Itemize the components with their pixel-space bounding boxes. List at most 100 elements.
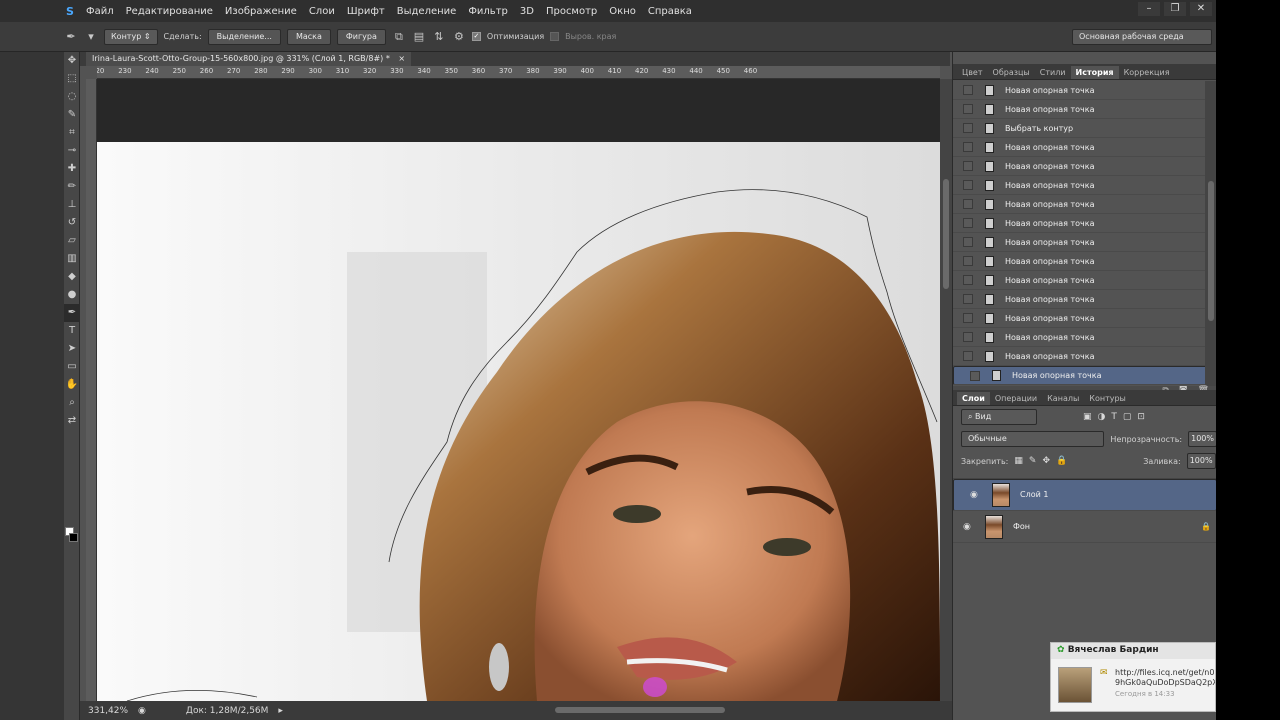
menu-filter[interactable]: Фильтр xyxy=(462,6,514,17)
history-item[interactable]: Новая опорная точка xyxy=(953,290,1216,309)
eyedropper-tool-icon[interactable]: ⊸ xyxy=(64,142,80,160)
path-alignment-icon[interactable]: ▤ xyxy=(412,30,426,44)
tab-actions[interactable]: Операции xyxy=(990,392,1042,405)
history-snapshot-checkbox[interactable] xyxy=(963,313,973,323)
tab-color[interactable]: Цвет xyxy=(957,66,988,79)
make-shape-button[interactable]: Фигура xyxy=(336,28,386,45)
history-snapshot-checkbox[interactable] xyxy=(963,142,973,152)
lock-transparency-icon[interactable]: ▦ xyxy=(1014,456,1023,466)
background-color-swatch[interactable] xyxy=(69,533,78,542)
restore-button[interactable]: ❐ xyxy=(1164,2,1186,16)
optimize-checkbox[interactable]: ✓ xyxy=(471,32,481,41)
filter-shape-icon[interactable]: ▢ xyxy=(1123,412,1132,422)
history-snapshot-checkbox[interactable] xyxy=(970,370,980,381)
menu-view[interactable]: Просмотр xyxy=(540,6,603,17)
history-snapshot-checkbox[interactable] xyxy=(963,294,973,304)
hand-tool-icon[interactable]: ✋ xyxy=(64,376,80,394)
tab-history[interactable]: История xyxy=(1070,66,1119,79)
history-snapshot-checkbox[interactable] xyxy=(963,351,973,361)
marquee-tool-icon[interactable]: ⬚ xyxy=(64,70,80,88)
menu-image[interactable]: Изображение xyxy=(219,6,303,17)
layer-row[interactable]: ◉ Фон 🔒 xyxy=(953,511,1216,543)
crop-tool-icon[interactable]: ⌗ xyxy=(64,124,80,142)
lock-position-icon[interactable]: ✥ xyxy=(1042,456,1050,466)
close-tab-icon[interactable]: × xyxy=(398,54,405,63)
blend-mode-select[interactable]: Обычные xyxy=(961,431,1105,447)
history-snapshot-checkbox[interactable] xyxy=(963,199,973,209)
path-arrangement-icon[interactable]: ⇅ xyxy=(432,30,446,44)
vertical-scroll-thumb[interactable] xyxy=(943,179,949,289)
quick-select-tool-icon[interactable]: ✎ xyxy=(64,106,80,124)
menu-layers[interactable]: Слои xyxy=(303,6,341,17)
notification-message[interactable]: http://files.icq.net/get/n0 9hGk0aQuDoDpS… xyxy=(1115,668,1215,688)
menu-file[interactable]: Файл xyxy=(80,6,120,17)
zoom-tool-icon[interactable]: ⌕ xyxy=(64,394,80,412)
tab-swatches[interactable]: Образцы xyxy=(988,66,1035,79)
canvas-area[interactable] xyxy=(97,79,940,701)
stamp-tool-icon[interactable]: ⊥ xyxy=(64,196,80,214)
menu-3d[interactable]: 3D xyxy=(514,6,540,17)
history-snapshot-checkbox[interactable] xyxy=(963,180,973,190)
tool-preset-dropdown-icon[interactable]: ▾ xyxy=(84,30,98,44)
status-menu-arrow-icon[interactable]: ▸ xyxy=(278,706,283,716)
workspace-select[interactable]: Основная рабочая среда xyxy=(1072,29,1212,45)
tab-adjustments[interactable]: Коррекция xyxy=(1119,66,1175,79)
horizontal-scroll-thumb[interactable] xyxy=(555,707,725,713)
history-item[interactable]: Новая опорная точка xyxy=(953,347,1216,366)
history-item[interactable]: Новая опорная точка xyxy=(953,100,1216,119)
history-snapshot-checkbox[interactable] xyxy=(963,161,973,171)
eraser-tool-icon[interactable]: ▱ xyxy=(64,232,80,250)
history-item[interactable]: Новая опорная точка xyxy=(953,195,1216,214)
history-item[interactable]: Новая опорная точка xyxy=(953,138,1216,157)
layer-row[interactable]: ◉ Слой 1 xyxy=(953,479,1216,511)
fill-input[interactable]: 100% xyxy=(1186,453,1216,469)
history-snapshot-checkbox[interactable] xyxy=(963,275,973,285)
history-snapshot-checkbox[interactable] xyxy=(963,332,973,342)
pen-mode-select[interactable]: Контур ⇕ xyxy=(104,28,158,45)
menu-select[interactable]: Выделение xyxy=(391,6,463,17)
lock-pixels-icon[interactable]: ✎ xyxy=(1029,456,1037,466)
menu-window[interactable]: Окно xyxy=(603,6,642,17)
gradient-tool-icon[interactable]: ▥ xyxy=(64,250,80,268)
history-brush-tool-icon[interactable]: ↺ xyxy=(64,214,80,232)
make-selection-button[interactable]: Выделение... xyxy=(207,28,281,45)
tab-layers[interactable]: Слои xyxy=(957,392,990,405)
zoom-level[interactable]: 331,42% xyxy=(88,706,128,716)
gear-icon[interactable]: ⚙ xyxy=(452,30,466,44)
history-item[interactable]: Новая опорная точка xyxy=(953,271,1216,290)
healing-tool-icon[interactable]: ✚ xyxy=(64,160,80,178)
history-item[interactable]: Новая опорная точка xyxy=(953,157,1216,176)
history-snapshot-checkbox[interactable] xyxy=(963,256,973,266)
history-item[interactable]: Новая опорная точка xyxy=(953,328,1216,347)
filter-adjustment-icon[interactable]: ◑ xyxy=(1098,412,1106,422)
close-button[interactable]: ✕ xyxy=(1190,2,1212,16)
history-item[interactable]: Новая опорная точка xyxy=(953,252,1216,271)
history-item[interactable]: Новая опорная точка xyxy=(953,214,1216,233)
history-scrollbar[interactable] xyxy=(1205,81,1216,386)
history-snapshot-checkbox[interactable] xyxy=(963,104,973,114)
dodge-tool-icon[interactable]: ● xyxy=(64,286,80,304)
minimize-button[interactable]: – xyxy=(1138,2,1160,16)
history-snapshot-checkbox[interactable] xyxy=(963,85,973,95)
history-snapshot-checkbox[interactable] xyxy=(963,237,973,247)
blur-tool-icon[interactable]: ◆ xyxy=(64,268,80,286)
make-mask-button[interactable]: Маска xyxy=(286,28,331,45)
history-snapshot-checkbox[interactable] xyxy=(963,123,973,133)
tab-channels[interactable]: Каналы xyxy=(1042,392,1084,405)
menu-edit[interactable]: Редактирование xyxy=(120,6,219,17)
type-tool-icon[interactable]: T xyxy=(64,322,80,340)
history-item[interactable]: Выбрать контур xyxy=(953,119,1216,138)
history-item[interactable]: Новая опорная точка xyxy=(953,233,1216,252)
icq-notification[interactable]: ✿ Вячеслав Бардин ✉ http://files.icq.net… xyxy=(1050,642,1216,712)
history-scroll-thumb[interactable] xyxy=(1208,181,1214,321)
layer-filter-select[interactable]: ⌕ Вид xyxy=(961,409,1037,425)
tab-paths[interactable]: Контуры xyxy=(1084,392,1131,405)
opacity-input[interactable]: 100% xyxy=(1188,431,1216,447)
filter-smart-icon[interactable]: ⊡ xyxy=(1137,412,1145,422)
history-snapshot-checkbox[interactable] xyxy=(963,218,973,228)
history-item[interactable]: Новая опорная точка xyxy=(953,309,1216,328)
history-item[interactable]: Новая опорная точка xyxy=(953,366,1216,385)
eye-visibility-icon[interactable]: ◉ xyxy=(970,488,980,502)
menu-help[interactable]: Справка xyxy=(642,6,698,17)
pen-tool-icon[interactable]: ✒ xyxy=(64,30,78,44)
